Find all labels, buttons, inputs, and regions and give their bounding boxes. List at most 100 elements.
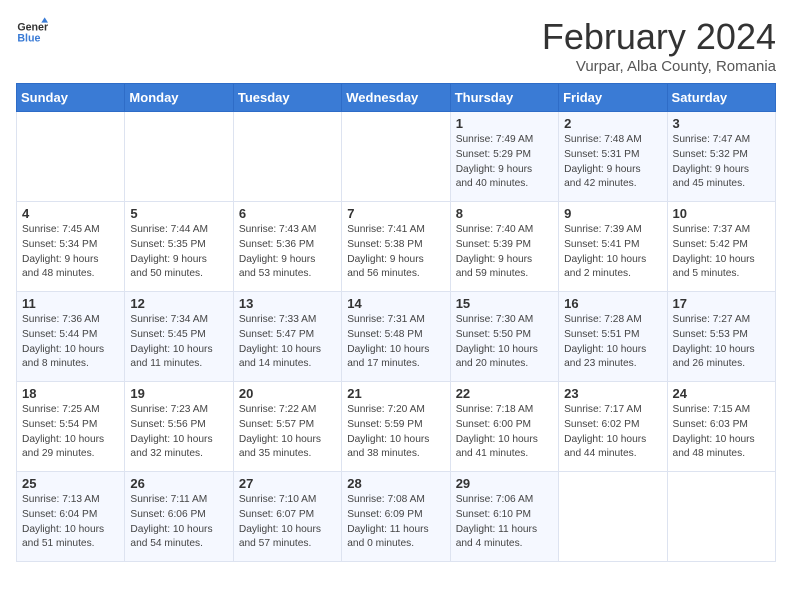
day-number: 13 [239,296,336,311]
cell-content: Sunrise: 7:36 AMSunset: 5:44 PMDaylight:… [22,313,119,372]
day-number: 21 [347,386,444,401]
calendar-cell: 6Sunrise: 7:43 AMSunset: 5:36 PMDaylight… [233,202,341,292]
day-number: 28 [347,476,444,491]
calendar-cell: 19Sunrise: 7:23 AMSunset: 5:56 PMDayligh… [125,382,233,472]
calendar-cell [559,472,667,562]
cell-content: Sunrise: 7:39 AMSunset: 5:41 PMDaylight:… [564,223,661,282]
header-day-friday: Friday [559,84,667,112]
day-number: 29 [456,476,553,491]
day-number: 26 [130,476,227,491]
cell-content: Sunrise: 7:11 AMSunset: 6:06 PMDaylight:… [130,493,227,552]
calendar-cell: 8 Sunrise: 7:40 AMSunset: 5:39 PMDaylight… [450,202,558,292]
cell-content: Sunrise: 7:40 AMSunset: 5:39 PMDaylight:… [456,223,553,282]
calendar-cell: 21 Sunrise: 7:20 AMSunset: 5:59 PMDayligh… [342,382,450,472]
cell-content: Sunrise: 7:34 AMSunset: 5:45 PMDaylight:… [130,313,227,372]
calendar-week-row: 1 Sunrise: 7:49 AMSunset: 5:29 PMDaylight… [17,112,776,202]
calendar-cell: 25Sunrise: 7:13 AMSunset: 6:04 PMDayligh… [17,472,125,562]
cell-content: Sunrise: 7:30 AMSunset: 5:50 PMDaylight:… [456,313,553,372]
calendar-cell: 10Sunrise: 7:37 AMSunset: 5:42 PMDayligh… [667,202,775,292]
calendar-cell: 2 Sunrise: 7:48 AMSunset: 5:31 PMDaylight… [559,112,667,202]
calendar-cell: 9 Sunrise: 7:39 AMSunset: 5:41 PMDaylight… [559,202,667,292]
cell-content: Sunrise: 7:15 AMSunset: 6:03 PMDaylight:… [673,403,770,462]
calendar-cell: 28 Sunrise: 7:08 AMSunset: 6:09 PMDayligh… [342,472,450,562]
calendar-cell: 16 Sunrise: 7:28 AMSunset: 5:51 PMDayligh… [559,292,667,382]
day-number: 18 [22,386,119,401]
cell-content: Sunrise: 7:47 AMSunset: 5:32 PMDaylight:… [673,133,770,192]
day-number: 9 [564,206,661,221]
day-number: 1 [456,116,553,131]
location-title: Vurpar, Alba County, Romania [542,58,776,75]
calendar-header-row: SundayMondayTuesdayWednesdayThursdayFrid… [17,84,776,112]
calendar-cell: 27Sunrise: 7:10 AMSunset: 6:07 PMDayligh… [233,472,341,562]
day-number: 7 [347,206,444,221]
cell-content: Sunrise: 7:31 AMSunset: 5:48 PMDaylight:… [347,313,444,372]
calendar-cell [667,472,775,562]
day-number: 15 [456,296,553,311]
day-number: 6 [239,206,336,221]
calendar-cell [125,112,233,202]
day-number: 11 [22,296,119,311]
calendar-cell: 15 Sunrise: 7:30 AMSunset: 5:50 PMDayligh… [450,292,558,382]
header-day-wednesday: Wednesday [342,84,450,112]
day-number: 8 [456,206,553,221]
cell-content: Sunrise: 7:20 AMSunset: 5:59 PMDaylight:… [347,403,444,462]
cell-content: Sunrise: 7:33 AMSunset: 5:47 PMDaylight:… [239,313,336,372]
calendar-cell: 20 Sunrise: 7:22 AMSunset: 5:57 PMDayligh… [233,382,341,472]
day-number: 3 [673,116,770,131]
calendar-cell: 22 Sunrise: 7:18 AMSunset: 6:00 PMDayligh… [450,382,558,472]
cell-content: Sunrise: 7:28 AMSunset: 5:51 PMDaylight:… [564,313,661,372]
cell-content: Sunrise: 7:44 AMSunset: 5:35 PMDaylight:… [130,223,227,282]
day-number: 16 [564,296,661,311]
cell-content: Sunrise: 7:08 AMSunset: 6:09 PMDaylight:… [347,493,444,552]
cell-content: Sunrise: 7:48 AMSunset: 5:31 PMDaylight:… [564,133,661,192]
cell-content: Sunrise: 7:18 AMSunset: 6:00 PMDaylight:… [456,403,553,462]
calendar-cell: 1 Sunrise: 7:49 AMSunset: 5:29 PMDaylight… [450,112,558,202]
cell-content: Sunrise: 7:25 AMSunset: 5:54 PMDaylight:… [22,403,119,462]
calendar-cell: 4 Sunrise: 7:45 AMSunset: 5:34 PMDaylight… [17,202,125,292]
day-number: 17 [673,296,770,311]
calendar-cell: 3 Sunrise: 7:47 AMSunset: 5:32 PMDaylight… [667,112,775,202]
cell-content: Sunrise: 7:23 AMSunset: 5:56 PMDaylight:… [130,403,227,462]
calendar-cell: 11 Sunrise: 7:36 AMSunset: 5:44 PMDayligh… [17,292,125,382]
calendar-cell: 24Sunrise: 7:15 AMSunset: 6:03 PMDayligh… [667,382,775,472]
calendar-cell [342,112,450,202]
calendar-cell [17,112,125,202]
cell-content: Sunrise: 7:49 AMSunset: 5:29 PMDaylight:… [456,133,553,192]
cell-content: Sunrise: 7:22 AMSunset: 5:57 PMDaylight:… [239,403,336,462]
header-day-sunday: Sunday [17,84,125,112]
cell-content: Sunrise: 7:13 AMSunset: 6:04 PMDaylight:… [22,493,119,552]
header-day-monday: Monday [125,84,233,112]
calendar-cell: 7Sunrise: 7:41 AMSunset: 5:38 PMDaylight… [342,202,450,292]
calendar-cell: 26 Sunrise: 7:11 AMSunset: 6:06 PMDayligh… [125,472,233,562]
title-area: February 2024 Vurpar, Alba County, Roman… [542,16,776,75]
calendar-cell: 17 Sunrise: 7:27 AMSunset: 5:53 PMDayligh… [667,292,775,382]
cell-content: Sunrise: 7:27 AMSunset: 5:53 PMDaylight:… [673,313,770,372]
day-number: 22 [456,386,553,401]
header-day-tuesday: Tuesday [233,84,341,112]
logo: General Blue [16,16,48,48]
month-title: February 2024 [542,16,776,58]
calendar-cell: 18 Sunrise: 7:25 AMSunset: 5:54 PMDayligh… [17,382,125,472]
cell-content: Sunrise: 7:45 AMSunset: 5:34 PMDaylight:… [22,223,119,282]
day-number: 5 [130,206,227,221]
calendar-week-row: 25Sunrise: 7:13 AMSunset: 6:04 PMDayligh… [17,472,776,562]
day-number: 14 [347,296,444,311]
calendar-week-row: 11 Sunrise: 7:36 AMSunset: 5:44 PMDayligh… [17,292,776,382]
calendar-cell: 29 Sunrise: 7:06 AMSunset: 6:10 PMDayligh… [450,472,558,562]
day-number: 12 [130,296,227,311]
day-number: 2 [564,116,661,131]
day-number: 27 [239,476,336,491]
day-number: 4 [22,206,119,221]
svg-text:Blue: Blue [17,32,40,44]
header-day-saturday: Saturday [667,84,775,112]
day-number: 20 [239,386,336,401]
day-number: 23 [564,386,661,401]
header: General Blue February 2024 Vurpar, Alba … [16,16,776,75]
header-day-thursday: Thursday [450,84,558,112]
cell-content: Sunrise: 7:17 AMSunset: 6:02 PMDaylight:… [564,403,661,462]
calendar-table: SundayMondayTuesdayWednesdayThursdayFrid… [16,83,776,562]
calendar-cell: 23 Sunrise: 7:17 AMSunset: 6:02 PMDayligh… [559,382,667,472]
calendar-cell: 5 Sunrise: 7:44 AMSunset: 5:35 PMDaylight… [125,202,233,292]
cell-content: Sunrise: 7:06 AMSunset: 6:10 PMDaylight:… [456,493,553,552]
calendar-cell: 12 Sunrise: 7:34 AMSunset: 5:45 PMDayligh… [125,292,233,382]
